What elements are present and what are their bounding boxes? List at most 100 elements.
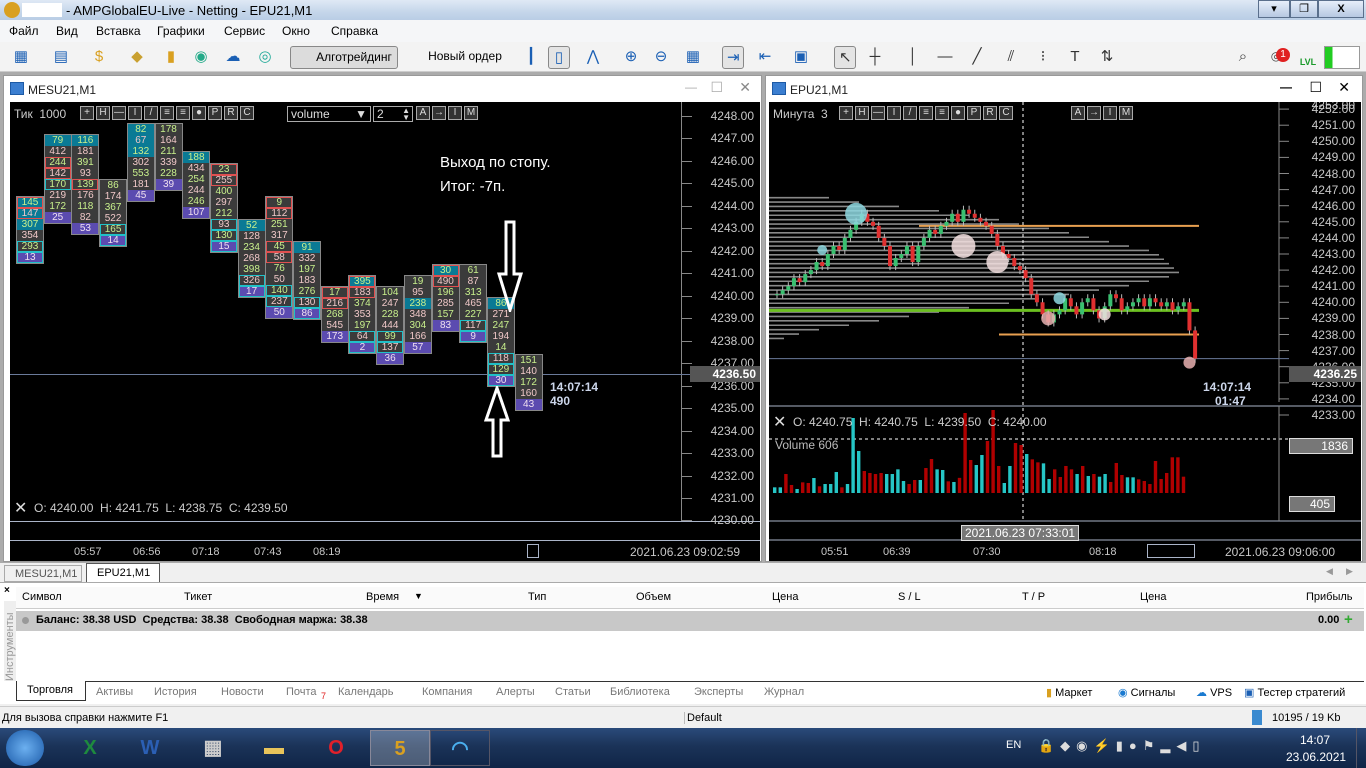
chart-tool-button[interactable]: I — [1103, 106, 1117, 120]
search-icon[interactable]: ⌕ — [1232, 46, 1254, 69]
chart-shift-icon[interactable]: ⇤ — [754, 46, 776, 69]
cluster-column[interactable]: 178 164 211 339 228 39 — [154, 123, 183, 192]
new-order-button[interactable]: Новый ордер — [404, 46, 504, 69]
col-ticket[interactable]: Тикет — [184, 591, 212, 603]
close-button[interactable]: ✕ — [739, 79, 751, 96]
menu-insert[interactable]: Вставка — [96, 24, 141, 38]
calculator-taskbar-icon[interactable]: ▦ — [183, 730, 243, 766]
cluster-column[interactable]: 145 147 307 354 293 13 — [16, 196, 44, 265]
cluster-column[interactable]: 9 112 251 317 45 58 76 50 140 237 50 — [265, 196, 294, 320]
chart-tool-button[interactable]: ≡ — [160, 106, 174, 120]
lvl-icon[interactable]: LVL — [1296, 46, 1320, 69]
chart-tool-button[interactable]: ● — [951, 106, 965, 120]
trendline-icon[interactable]: ╱ — [966, 46, 988, 69]
chart-tool-button[interactable]: I — [887, 106, 901, 120]
explorer-taskbar-icon[interactable]: ▬ — [244, 730, 304, 766]
chart-tool-button[interactable]: P — [967, 106, 981, 120]
chart-tool-button[interactable]: — — [112, 106, 126, 120]
chart-tool-button[interactable]: A — [416, 106, 430, 120]
fibonacci-icon[interactable]: ⁝ — [1032, 46, 1054, 69]
col-sl[interactable]: S / L — [898, 591, 921, 603]
chart-tool-button[interactable]: ● — [192, 106, 206, 120]
chart-tool-button[interactable]: → — [432, 106, 446, 120]
tab-trade[interactable]: Торговля — [16, 681, 86, 701]
notifications-icon[interactable]: ◎1 — [1264, 46, 1290, 69]
tabs-scroll-right[interactable]: ▶ — [1346, 566, 1353, 577]
line-chart-icon[interactable]: ⋀ — [582, 46, 604, 69]
chart-tool-button[interactable]: + — [80, 106, 94, 120]
strategy-tester-link[interactable]: ▣ Тестер стратегий — [1244, 686, 1345, 699]
cluster-chart[interactable]: Тик 1000 + H — I / ≡ ≡ ● P R C volume ▼ 2 ▲ ▼ A → I M 42… — [10, 102, 760, 561]
chart-tool-button[interactable]: H — [855, 106, 869, 120]
chart-tool-button[interactable]: / — [144, 106, 158, 120]
vertical-line-icon[interactable]: │ — [902, 46, 924, 69]
chart-tool-button[interactable]: → — [1087, 106, 1101, 120]
col-profit[interactable]: Прибыль — [1306, 591, 1353, 603]
chart-tool-button[interactable]: R — [983, 106, 997, 120]
chart-tool-button[interactable]: — — [871, 106, 885, 120]
signals-link[interactable]: ◉ Сигналы — [1118, 686, 1175, 699]
chart-tool-button[interactable]: C — [999, 106, 1013, 120]
market-icon[interactable]: ▮ — [160, 46, 182, 69]
chart-tool-button[interactable]: M — [464, 106, 478, 120]
tab-mail[interactable]: Почта — [286, 686, 317, 698]
menu-tools[interactable]: Сервис — [224, 24, 265, 38]
chart-tool-button[interactable]: / — [903, 106, 917, 120]
market-link[interactable]: ▮ Маркет — [1046, 686, 1092, 699]
cluster-column[interactable]: 61 87 313 465 227 117 9 — [459, 263, 488, 343]
profiles-icon[interactable]: ▤ — [50, 46, 72, 69]
new-chart-icon[interactable]: ▦ — [10, 46, 32, 69]
chart-tool-button[interactable]: P — [208, 106, 222, 120]
shapes-icon[interactable]: ⇅ — [1096, 46, 1118, 69]
tab-calendar[interactable]: Календарь — [338, 686, 394, 698]
indicator-select[interactable]: volume ▼ — [287, 106, 371, 122]
col-tp[interactable]: T / P — [1022, 591, 1045, 603]
cluster-column[interactable]: 86 174 367 522 165 14 — [99, 179, 128, 248]
toolbox-close-button[interactable]: × — [4, 585, 10, 596]
chart-tool-button[interactable]: ≡ — [935, 106, 949, 120]
cluster-column[interactable]: 82 67 132 302 553 181 45 — [126, 123, 155, 203]
maximize-button[interactable]: ☐ — [710, 79, 723, 96]
cluster-column[interactable]: 151 140 172 160 43 — [514, 353, 543, 411]
templates-icon[interactable]: ▣ — [790, 46, 812, 69]
tab-alerts[interactable]: Алерты — [496, 686, 535, 698]
chart-tool-button[interactable]: A — [1071, 106, 1085, 120]
cluster-column[interactable]: 79 412 244 142 170 219 172 25 — [43, 134, 72, 225]
add-icon[interactable]: + — [1344, 611, 1353, 628]
tab-assets[interactable]: Активы — [96, 686, 133, 698]
opera-taskbar-icon[interactable]: O — [306, 730, 366, 766]
cluster-column[interactable]: 30 490 196 285 157 83 — [431, 263, 460, 332]
chart-tool-button[interactable]: C — [240, 106, 254, 120]
chart-tool-button[interactable]: H — [96, 106, 110, 120]
menu-view[interactable]: Вид — [56, 24, 78, 38]
tab-history[interactable]: История — [154, 686, 197, 698]
algo-trading-button[interactable]: Алготрейдинг — [290, 46, 398, 69]
close-button[interactable]: ✕ — [1338, 79, 1350, 96]
horizontal-line-icon[interactable]: — — [934, 46, 956, 69]
language-indicator[interactable]: EN — [1006, 739, 1021, 751]
cluster-column[interactable]: 91 332 197 183 276 130 86 — [293, 241, 321, 321]
market-watch-icon[interactable]: $ — [88, 46, 110, 69]
cluster-column[interactable]: 395 183 374 353 197 64 2 — [348, 274, 377, 354]
vps-icon[interactable]: ☁ — [222, 46, 244, 69]
tab-experts[interactable]: Эксперты — [694, 686, 743, 698]
tab-company[interactable]: Компания — [422, 686, 472, 698]
chart-tool-button[interactable]: ≡ — [176, 106, 190, 120]
wifi-taskbar-icon[interactable]: ◠ — [430, 730, 490, 766]
chart-tool-button[interactable]: R — [224, 106, 238, 120]
chart-tool-button[interactable]: + — [839, 106, 853, 120]
cluster-column[interactable]: 17 216 268 545 173 — [320, 286, 349, 344]
candlestick-icon[interactable]: ▯ — [548, 46, 570, 69]
zoom-out-icon[interactable]: ⊖ — [650, 46, 672, 69]
tab-journal[interactable]: Журнал — [764, 686, 804, 698]
clock-date[interactable]: 23.06.2021 — [1286, 750, 1346, 764]
tray-icons[interactable]: 🔒◆◉⚡▮●⚑▂◀▯ — [1038, 738, 1206, 754]
chart-tool-button[interactable]: M — [1119, 106, 1133, 120]
col-time[interactable]: Время — [366, 591, 399, 603]
clock-time[interactable]: 14:07 — [1300, 733, 1330, 747]
signals-icon[interactable]: ◉ — [190, 46, 212, 69]
menu-window[interactable]: Окно — [282, 24, 310, 38]
bar-chart-icon[interactable]: ┃ — [520, 46, 542, 69]
chart-tab-epu21[interactable]: EPU21,M1 — [86, 563, 160, 582]
metaeditor-icon[interactable]: ◎ — [254, 46, 276, 69]
